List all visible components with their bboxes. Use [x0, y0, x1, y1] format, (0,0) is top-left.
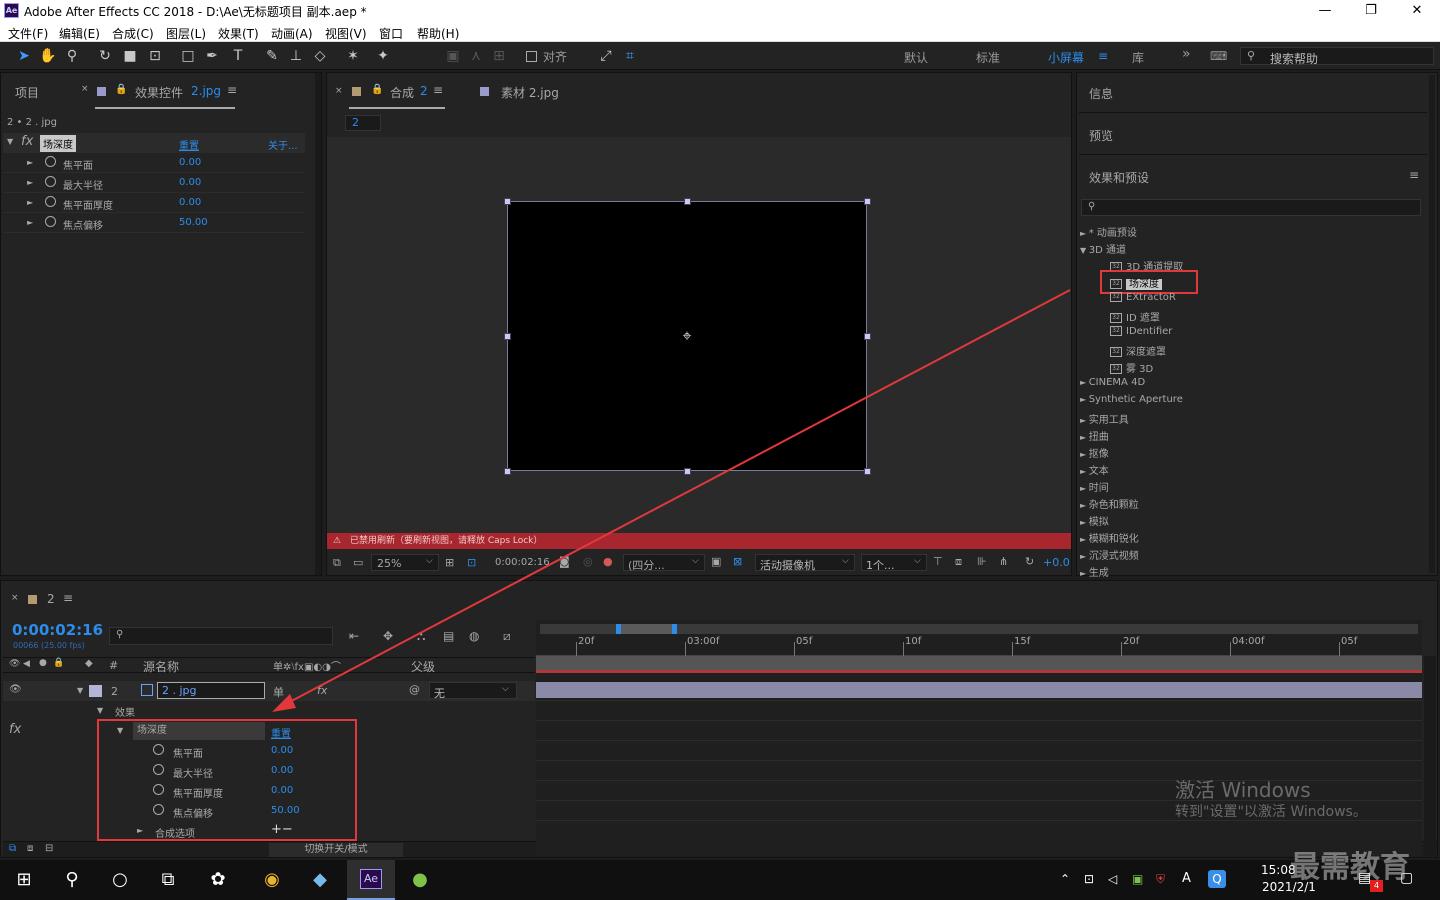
annotation-arrow — [272, 289, 1071, 712]
activate-windows-title: 激活 Windows — [1175, 778, 1311, 802]
app-pinwheel-icon[interactable]: ✿ — [204, 866, 232, 894]
after-effects-icon: Ae — [360, 869, 382, 889]
activate-windows-subtitle: 转到"设置"以激活 Windows。 — [1175, 804, 1367, 820]
tray-expand-icon[interactable]: ⌃ — [1060, 872, 1070, 886]
ime-indicator[interactable]: A — [1182, 871, 1191, 886]
nvidia-icon[interactable]: ▣ — [1132, 872, 1143, 886]
app-box-icon[interactable]: ◆ — [306, 866, 334, 894]
search-icon[interactable]: ⚲ — [58, 866, 86, 894]
taskbar: ⊞ ⚲ ○ ⧉ ✿ ◉ ◆ Ae ● ⌃ ⊡ ◁ ▣ ⛨ A Q 15:08 2… — [0, 860, 1440, 900]
network-icon[interactable]: ⊡ — [1084, 872, 1094, 886]
task-view-icon[interactable]: ⧉ — [154, 866, 182, 894]
watermelon-app-icon[interactable]: ● — [406, 866, 434, 894]
brand-watermark: 最需教育 — [1290, 850, 1410, 885]
chrome-icon[interactable]: ◉ — [258, 866, 286, 894]
security-shield-icon[interactable]: ⛨ — [1156, 872, 1165, 887]
cortana-icon[interactable]: ○ — [106, 866, 134, 894]
after-effects-taskbar-button[interactable]: Ae — [347, 860, 395, 900]
volume-icon[interactable]: ◁ — [1108, 872, 1117, 886]
windows-start-icon[interactable]: ⊞ — [10, 866, 38, 894]
qq-icon[interactable]: Q — [1208, 870, 1226, 888]
